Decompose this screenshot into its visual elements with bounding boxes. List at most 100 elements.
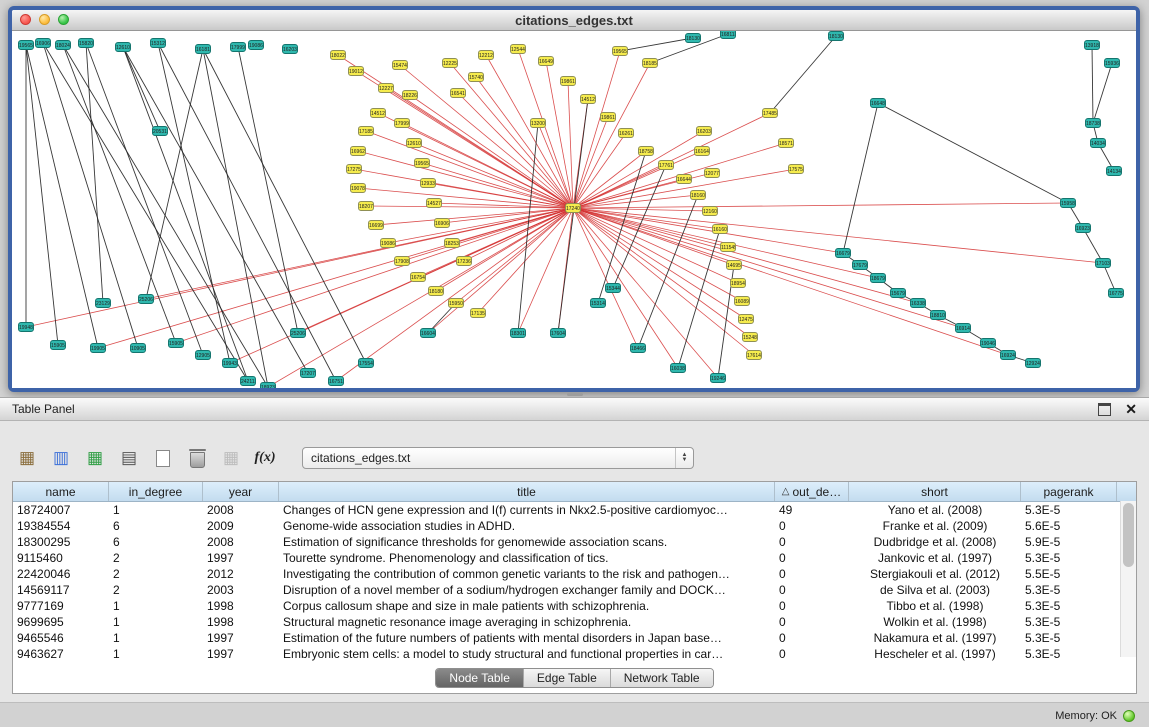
scrollbar-thumb[interactable] xyxy=(1123,503,1134,567)
graph-node[interactable]: 13200234 xyxy=(530,118,546,128)
function-builder-icon[interactable]: f(x) xyxy=(252,446,278,470)
graph-node[interactable]: 19012107 xyxy=(348,66,364,76)
graph-node[interactable]: 18810345 xyxy=(930,310,946,320)
table-row[interactable]: 969969511998Structural magnetic resonanc… xyxy=(13,614,1136,630)
column-header-title[interactable]: title xyxy=(279,482,775,501)
graph-node[interactable]: 16261540 xyxy=(618,128,634,138)
graph-node[interactable]: 18024981 xyxy=(55,40,71,50)
graph-node[interactable]: 18180431 xyxy=(428,286,444,296)
graph-node[interactable]: 18185074 xyxy=(642,58,658,68)
graph-node[interactable]: 16338904 xyxy=(910,298,926,308)
graph-node[interactable]: 15474043 xyxy=(392,60,408,70)
graph-node[interactable]: 18571984 xyxy=(778,138,794,148)
graph-node[interactable]: 19565683 xyxy=(414,158,430,168)
graph-node[interactable]: 18130475 xyxy=(828,31,844,41)
minimize-window-button[interactable] xyxy=(39,14,50,25)
graph-node[interactable]: 17908963 xyxy=(394,256,410,266)
graph-node[interactable]: 17185558 xyxy=(358,126,374,136)
graph-node[interactable]: 18207040 xyxy=(358,201,374,211)
graph-node[interactable]: 15905185 xyxy=(50,340,66,350)
graph-node[interactable]: 16914504 xyxy=(955,323,971,333)
graph-node[interactable]: 16203988 xyxy=(696,126,712,136)
graph-node[interactable]: 15740754 xyxy=(468,72,484,82)
tab-node-table[interactable]: Node Table xyxy=(436,669,523,687)
graph-node[interactable]: 16649199 xyxy=(538,56,554,66)
graph-node[interactable]: 15312049 xyxy=(150,38,166,48)
graph-node[interactable]: 14134504 xyxy=(1106,166,1122,176)
graph-node[interactable]: 12227843 xyxy=(378,83,394,93)
graph-node[interactable]: 15936704 xyxy=(1104,58,1120,68)
column-header-in-degree[interactable]: in_degree xyxy=(109,482,203,501)
graph-node[interactable]: 18226062 xyxy=(402,90,418,100)
graph-node[interactable]: 18758843 xyxy=(638,146,654,156)
zoom-window-button[interactable] xyxy=(58,14,69,25)
graph-node[interactable]: 12212648 xyxy=(478,50,494,60)
tab-edge-table[interactable]: Edge Table xyxy=(523,669,610,687)
graph-node[interactable]: 14512733 xyxy=(580,94,596,104)
graph-node[interactable]: 12160108 xyxy=(702,206,718,216)
graph-node[interactable]: 16754841 xyxy=(410,272,426,282)
graph-node[interactable]: 19086628 xyxy=(248,40,264,50)
graph-node[interactable]: 15958234 xyxy=(1060,198,1076,208)
table-row[interactable]: 1938455462009Genome-wide association stu… xyxy=(13,518,1136,534)
table-row[interactable]: 911546021997Tourette syndrome. Phenomeno… xyxy=(13,550,1136,566)
graph-node[interactable]: 25206052 xyxy=(290,328,306,338)
graph-node[interactable]: 15905186 xyxy=(168,338,184,348)
close-panel-icon[interactable]: ✕ xyxy=(1125,402,1137,416)
column-header-short[interactable]: short xyxy=(849,482,1021,501)
edit-columns-icon[interactable]: ▦ xyxy=(82,446,108,470)
graph-node[interactable]: 18301056 xyxy=(510,328,526,338)
graph-node[interactable]: 19905184 xyxy=(90,343,106,353)
show-columns-icon[interactable]: ▥ xyxy=(48,446,74,470)
graph-node[interactable]: 18022035 xyxy=(330,50,346,60)
graph-node[interactable]: 24211252 xyxy=(240,376,256,386)
table-row[interactable]: 977716911998Corpus callosum shape and si… xyxy=(13,598,1136,614)
graph-node[interactable]: 15679234 xyxy=(890,288,906,298)
graph-node[interactable]: 18130474 xyxy=(685,33,701,43)
table-row[interactable]: 946362711997Embryonic stem cells: a mode… xyxy=(13,646,1136,662)
graph-node[interactable]: 17485503 xyxy=(762,108,778,118)
graph-node[interactable]: 18253103 xyxy=(444,238,460,248)
graph-node[interactable]: 18466542 xyxy=(630,343,646,353)
graph-node[interactable]: 17999363 xyxy=(394,118,410,128)
graph-node[interactable]: 12225917 xyxy=(442,58,458,68)
graph-node[interactable]: 25206051 xyxy=(138,294,154,304)
table-row[interactable]: 1830029562008Estimation of significance … xyxy=(13,534,1136,550)
network-window-titlebar[interactable]: citations_edges.txt xyxy=(12,10,1136,31)
graph-node[interactable]: 16648794 xyxy=(870,98,886,108)
graph-node[interactable]: 16644422 xyxy=(676,174,692,184)
graph-node[interactable]: 16679204 xyxy=(835,248,851,258)
graph-node[interactable]: 17614364 xyxy=(746,350,762,360)
graph-node[interactable]: 16811304 xyxy=(720,31,736,39)
graph-node[interactable]: 20531407 xyxy=(152,126,168,136)
delete-table-icon[interactable] xyxy=(184,446,210,470)
graph-node[interactable]: 19861306 xyxy=(600,112,616,122)
column-header-pagerank[interactable]: pagerank xyxy=(1021,482,1117,501)
graph-node[interactable]: 11154502 xyxy=(720,242,736,252)
graph-node[interactable]: 14527709 xyxy=(426,198,442,208)
graph-node[interactable]: 16181796 xyxy=(195,44,211,54)
graph-node[interactable]: 16751104 xyxy=(328,376,344,386)
graph-node[interactable]: 19943175 xyxy=(222,358,238,368)
graph-node[interactable]: 16038544 xyxy=(670,363,686,373)
graph-node[interactable]: 16164611 xyxy=(694,146,710,156)
table-selector-dropdown[interactable]: citations_edges.txt ▲▼ xyxy=(302,447,694,469)
graph-node[interactable]: 18954901 xyxy=(730,278,746,288)
graph-node[interactable]: 18160031 xyxy=(690,190,706,200)
table-row[interactable]: 1456911722003Disruption of a novel membe… xyxy=(13,582,1136,598)
column-header-name[interactable]: name xyxy=(13,482,109,501)
graph-node[interactable]: 19046523 xyxy=(980,338,996,348)
graph-node[interactable]: 16775208 xyxy=(1108,288,1124,298)
graph-node[interactable]: 16699594 xyxy=(368,220,384,230)
graph-node[interactable]: 17679012 xyxy=(852,260,868,270)
graph-node[interactable]: 19565586 xyxy=(612,46,628,56)
table-row[interactable]: 946554611997Estimation of the future num… xyxy=(13,630,1136,646)
graph-node[interactable]: 16906449 xyxy=(434,218,450,228)
graph-node[interactable]: 17236801 xyxy=(456,256,472,266)
graph-node[interactable]: 16604103 xyxy=(420,328,436,338)
graph-node[interactable]: 10905135 xyxy=(130,343,146,353)
graph-node[interactable]: 15344571 xyxy=(605,283,621,293)
graph-node[interactable]: 16924502 xyxy=(1000,350,1016,360)
float-panel-icon[interactable] xyxy=(1098,403,1111,416)
graph-node[interactable]: 17135278 xyxy=(470,308,486,318)
